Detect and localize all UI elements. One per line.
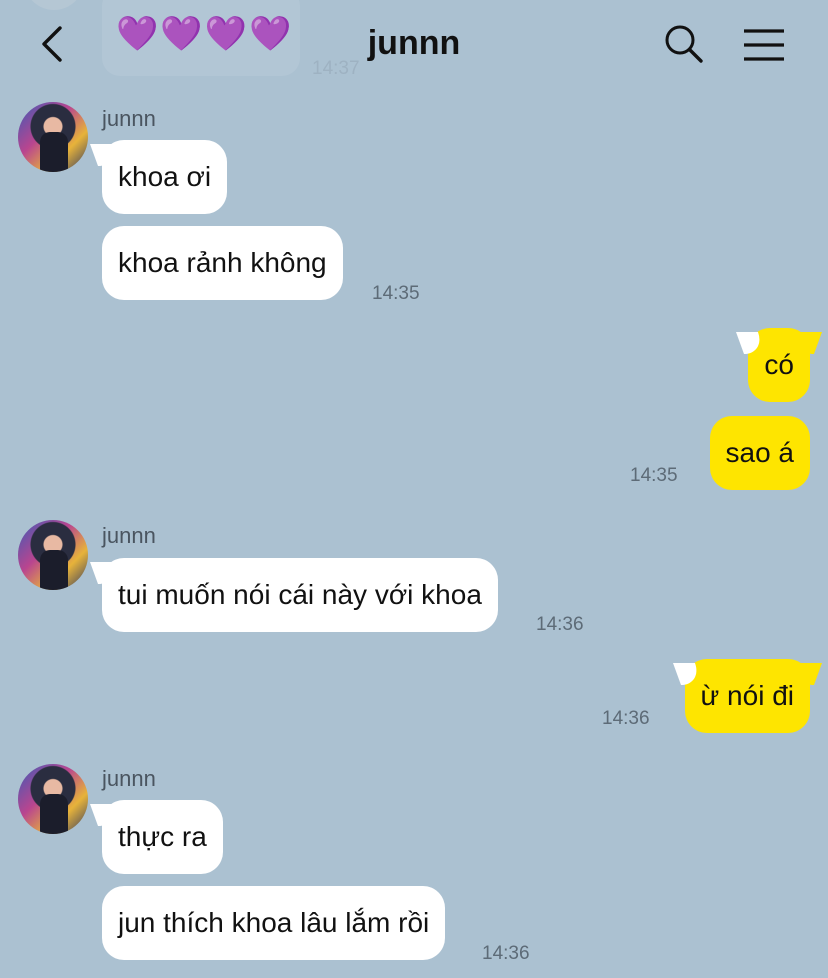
message-text: sao á bbox=[725, 437, 795, 468]
sender-avatar[interactable] bbox=[18, 520, 88, 590]
chat-title-text: junnn bbox=[367, 24, 461, 62]
message-text: khoa ơi bbox=[118, 161, 212, 192]
chevron-left-icon[interactable] bbox=[40, 26, 66, 62]
sender-name: junnn bbox=[102, 106, 156, 131]
message-text: thực ra bbox=[118, 821, 207, 852]
previous-message-hearts: 💜💜💜💜 bbox=[116, 15, 294, 53]
message-text: ừ nói đi bbox=[700, 680, 794, 711]
message-time: 14:36 bbox=[536, 614, 584, 635]
message-text: khoa rảnh không bbox=[118, 247, 327, 278]
search-icon[interactable] bbox=[664, 24, 704, 64]
message-bubble[interactable]: khoa rảnh không bbox=[102, 226, 343, 300]
previous-avatar bbox=[24, 0, 84, 10]
message-time: 14:35 bbox=[630, 465, 678, 486]
my-message-bubble[interactable]: có bbox=[748, 328, 810, 402]
message-time: 14:36 bbox=[602, 708, 650, 729]
message-bubble[interactable]: tui muốn nói cái này với khoa bbox=[102, 558, 498, 632]
sender-avatar[interactable] bbox=[18, 102, 88, 172]
message-time: 14:35 bbox=[372, 283, 420, 304]
hamburger-menu-icon[interactable] bbox=[742, 28, 786, 62]
sender-avatar[interactable] bbox=[18, 764, 88, 834]
sender-name: junnn bbox=[102, 766, 156, 791]
message-time: 14:36 bbox=[482, 943, 530, 964]
message-text: jun thích khoa lâu lắm rồi bbox=[118, 907, 430, 938]
sender-name: junnn bbox=[102, 523, 156, 548]
message-text: có bbox=[764, 349, 794, 380]
message-bubble[interactable]: thực ra bbox=[102, 800, 223, 874]
my-message-bubble[interactable]: ừ nói đi bbox=[684, 659, 810, 733]
my-message-bubble[interactable]: sao á bbox=[709, 416, 810, 490]
message-text: tui muốn nói cái này với khoa bbox=[118, 579, 482, 610]
message-bubble[interactable]: khoa ơi bbox=[102, 140, 228, 214]
message-bubble[interactable]: jun thích khoa lâu lắm rồi bbox=[102, 886, 446, 960]
previous-message-time: 14:37 bbox=[312, 58, 360, 79]
